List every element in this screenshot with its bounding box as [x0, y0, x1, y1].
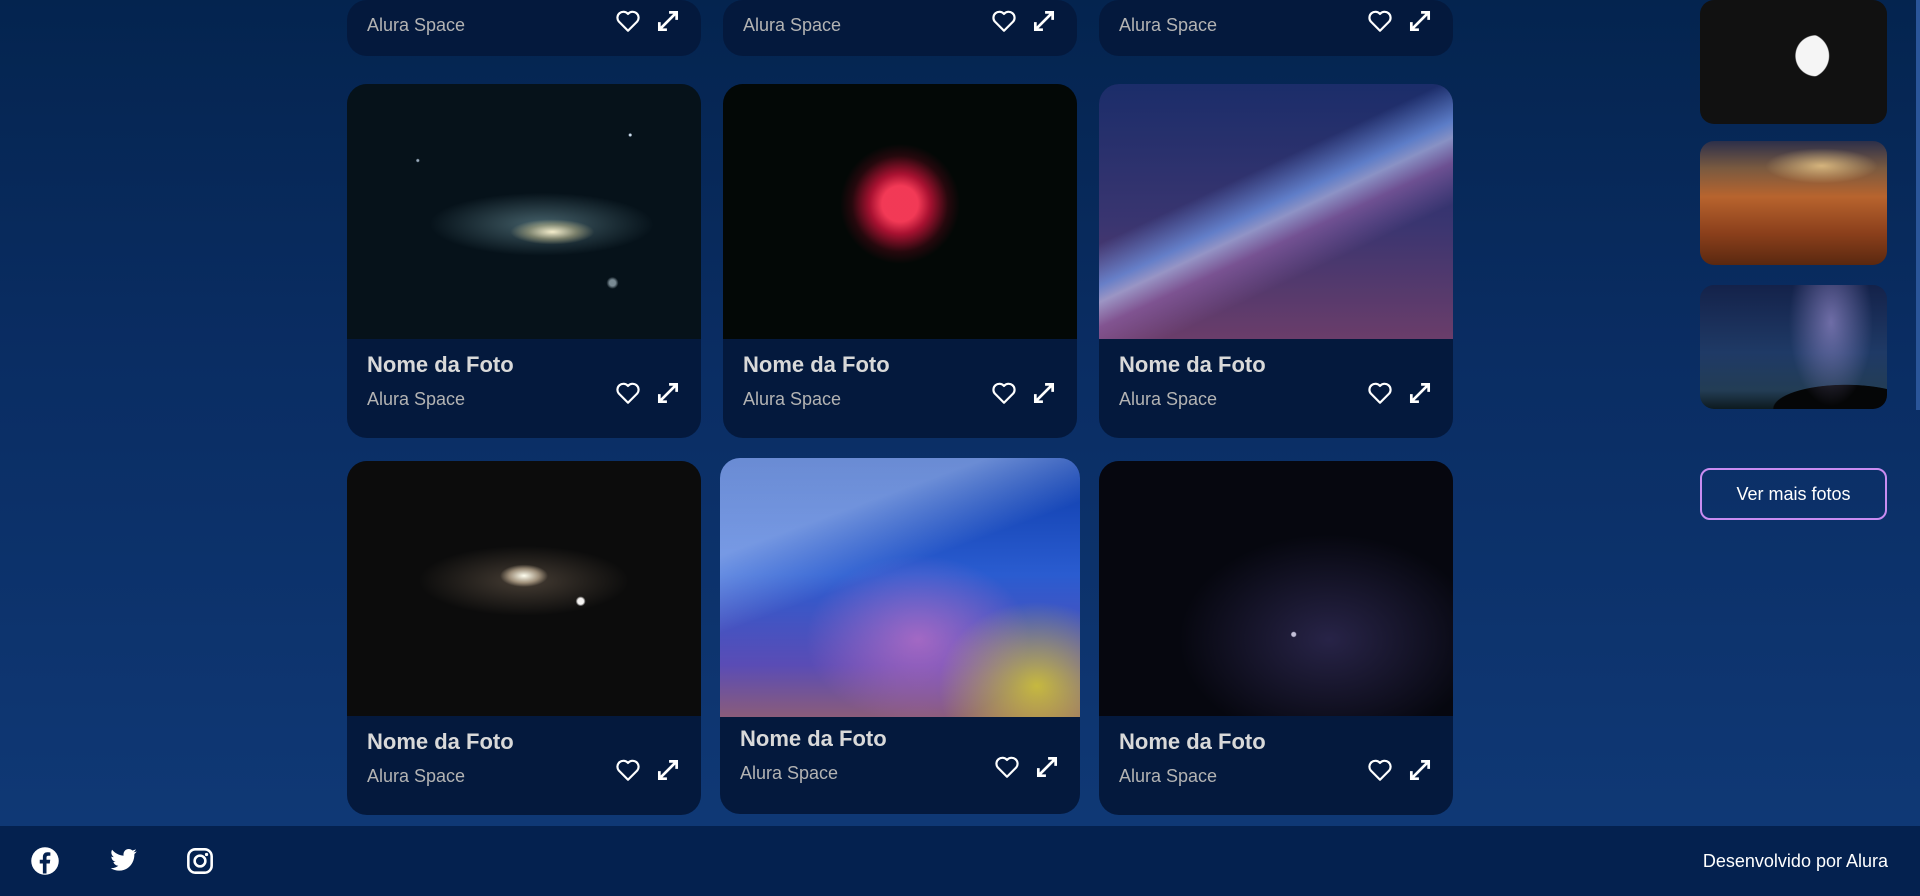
- photo-image[interactable]: [1099, 84, 1453, 339]
- heart-icon[interactable]: [991, 9, 1017, 33]
- photo-subtitle: Alura Space: [1119, 15, 1218, 35]
- photo-card[interactable]: Nome da Foto Alura Space: [720, 458, 1080, 814]
- photo-subtitle: Alura Space: [1119, 766, 1218, 786]
- photo-subtitle: Alura Space: [367, 15, 466, 35]
- heart-icon[interactable]: [615, 758, 641, 782]
- scrollbar[interactable]: [1916, 0, 1920, 410]
- expand-icon[interactable]: [1407, 8, 1433, 34]
- photo-title: Nome da Foto: [743, 352, 890, 377]
- instagram-icon[interactable]: [186, 847, 214, 875]
- twitter-icon[interactable]: [108, 848, 138, 874]
- photo-subtitle: Alura Space: [743, 389, 842, 409]
- expand-icon[interactable]: [1034, 754, 1060, 780]
- thumbnail-desert-dunes[interactable]: [1700, 141, 1887, 265]
- expand-icon[interactable]: [655, 380, 681, 406]
- heart-icon[interactable]: [1367, 9, 1393, 33]
- footer: Desenvolvido por Alura: [0, 826, 1920, 896]
- photo-card[interactable]: Alura Space: [723, 0, 1077, 56]
- expand-icon[interactable]: [1031, 8, 1057, 34]
- expand-icon[interactable]: [655, 8, 681, 34]
- photo-image[interactable]: [723, 84, 1077, 339]
- heart-icon[interactable]: [1367, 381, 1393, 405]
- photo-card[interactable]: Alura Space: [347, 0, 701, 56]
- photo-title: Nome da Foto: [740, 726, 887, 751]
- photo-subtitle: Alura Space: [367, 766, 466, 786]
- photo-subtitle: Alura Space: [367, 389, 466, 409]
- photo-image[interactable]: [1099, 461, 1453, 716]
- photo-card[interactable]: Nome da Foto Alura Space: [347, 84, 701, 438]
- heart-icon[interactable]: [994, 755, 1020, 779]
- photo-subtitle: Alura Space: [1119, 389, 1218, 409]
- photo-subtitle: Alura Space: [740, 763, 839, 783]
- heart-icon[interactable]: [615, 9, 641, 33]
- thumbnail-night-sky[interactable]: [1700, 285, 1887, 409]
- gallery: Alura Space Alura Space Alura Space Nome…: [0, 0, 1920, 830]
- photo-image[interactable]: [720, 458, 1080, 717]
- photo-card[interactable]: Alura Space: [1099, 0, 1453, 56]
- footer-credit: Desenvolvido por Alura: [1702, 850, 1888, 871]
- photo-title: Nome da Foto: [367, 352, 514, 377]
- expand-icon[interactable]: [1031, 380, 1057, 406]
- photo-title: Nome da Foto: [1119, 729, 1266, 754]
- expand-icon[interactable]: [655, 757, 681, 783]
- photo-card[interactable]: Nome da Foto Alura Space: [1099, 461, 1453, 815]
- heart-icon[interactable]: [615, 381, 641, 405]
- thumbnail-crescent-moon[interactable]: [1700, 0, 1887, 124]
- facebook-icon[interactable]: [30, 846, 60, 876]
- photo-card[interactable]: Nome da Foto Alura Space: [723, 84, 1077, 438]
- photo-card[interactable]: Nome da Foto Alura Space: [347, 461, 701, 815]
- social-links: [30, 846, 214, 876]
- heart-icon[interactable]: [991, 381, 1017, 405]
- photo-image[interactable]: [347, 461, 701, 716]
- photo-title: Nome da Foto: [367, 729, 514, 754]
- photo-image[interactable]: [347, 84, 701, 339]
- expand-icon[interactable]: [1407, 380, 1433, 406]
- expand-icon[interactable]: [1407, 757, 1433, 783]
- photo-title: Nome da Foto: [1119, 352, 1266, 377]
- see-more-photos-button[interactable]: Ver mais fotos: [1700, 468, 1887, 520]
- photo-card[interactable]: Nome da Foto Alura Space: [1099, 84, 1453, 438]
- photo-subtitle: Alura Space: [743, 15, 842, 35]
- heart-icon[interactable]: [1367, 758, 1393, 782]
